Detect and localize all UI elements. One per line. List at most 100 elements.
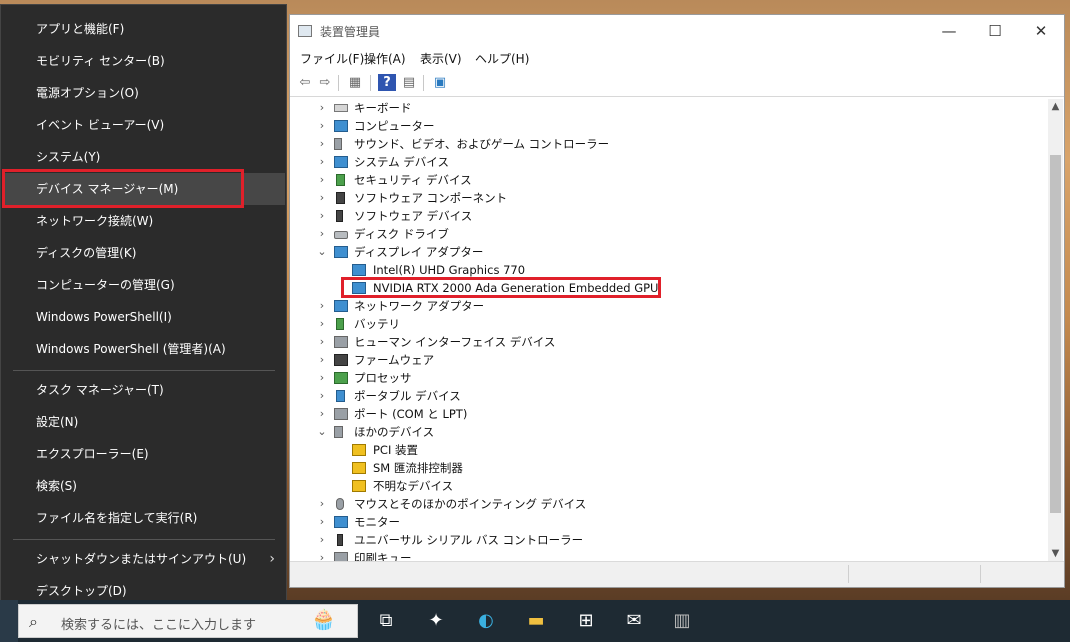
tree-node-label: マウスとそのほかのポインティング デバイス xyxy=(354,497,587,511)
tree-node-label: NVIDIA RTX 2000 Ada Generation Embedded … xyxy=(373,281,659,295)
menu-action[interactable]: 操作(A) xyxy=(364,50,406,67)
scan-hardware-icon[interactable]: ▣ xyxy=(431,74,449,91)
vertical-scrollbar[interactable]: ▲ ▼ xyxy=(1048,99,1063,561)
tree-node-label: プロセッサ xyxy=(354,371,412,385)
tree-node-label: モニター xyxy=(354,515,400,529)
chevron-down-icon[interactable]: ⌄ xyxy=(316,243,328,261)
tree-node-label: ポータブル デバイス xyxy=(354,389,461,403)
tree-node-label: ヒューマン インターフェイス デバイス xyxy=(354,335,556,349)
chevron-right-icon[interactable]: › xyxy=(316,99,328,117)
chevron-right-icon[interactable]: › xyxy=(316,549,328,561)
menu-item-network-connections[interactable]: ネットワーク接続(W) xyxy=(2,205,285,237)
close-button[interactable]: ✕ xyxy=(1018,15,1064,47)
chevron-right-icon[interactable]: › xyxy=(316,171,328,189)
scroll-up-icon[interactable]: ▲ xyxy=(1048,101,1063,112)
menu-item-computer-management[interactable]: コンピューターの管理(G) xyxy=(2,269,285,301)
console-tree-icon[interactable]: ▤ xyxy=(400,74,418,91)
computer-icon xyxy=(334,120,348,132)
monitor-icon xyxy=(334,516,348,528)
menu-item-power-options[interactable]: 電源オプション(O) xyxy=(2,77,285,109)
chevron-right-icon[interactable]: › xyxy=(316,531,328,549)
tree-node-label: Intel(R) UHD Graphics 770 xyxy=(373,263,526,277)
search-highlight-icon: 🧁 xyxy=(311,607,336,631)
disk-drive-icon xyxy=(334,231,348,239)
properties-icon[interactable]: ▦ xyxy=(346,74,364,91)
menu-item-disk-management[interactable]: ディスクの管理(K) xyxy=(2,237,285,269)
menu-item-label: コンピューターの管理(G) xyxy=(36,278,175,292)
toolbar-separator xyxy=(338,75,339,91)
chevron-right-icon[interactable]: › xyxy=(316,225,328,243)
chevron-right-icon[interactable]: › xyxy=(316,315,328,333)
back-arrow-icon[interactable]: ⇦ xyxy=(296,74,314,91)
store-icon[interactable]: ⊞ xyxy=(570,606,602,636)
title-bar[interactable]: 装置管理員 — ☐ ✕ xyxy=(290,15,1064,47)
tree-node-label: ディスク ドライブ xyxy=(354,227,449,241)
chevron-right-icon[interactable]: › xyxy=(316,135,328,153)
chevron-right-icon[interactable]: › xyxy=(316,117,328,135)
chevron-right-icon[interactable]: › xyxy=(316,207,328,225)
chevron-right-icon[interactable]: › xyxy=(316,189,328,207)
tree-node-label: ディスプレイ アダプター xyxy=(354,245,484,259)
menu-item-explorer[interactable]: エクスプローラー(E) xyxy=(2,438,285,470)
tree-node-label: 印刷キュー xyxy=(354,551,412,561)
menu-item-label: アプリと機能(F) xyxy=(36,22,125,36)
winx-context-menu: アプリと機能(F) モビリティ センター(B) 電源オプション(O) イベント … xyxy=(0,4,287,616)
menu-item-label: システム(Y) xyxy=(36,150,101,164)
chevron-right-icon[interactable]: › xyxy=(316,351,328,369)
menu-item-event-viewer[interactable]: イベント ビューアー(V) xyxy=(2,109,285,141)
menu-item-apps-features[interactable]: アプリと機能(F) xyxy=(2,13,285,45)
menu-help[interactable]: ヘルプ(H) xyxy=(475,50,529,67)
device-tree: › キーボード › コンピューター › サウンド、ビデオ、およびゲーム コントロ… xyxy=(290,99,1052,561)
security-chip-icon xyxy=(336,174,345,186)
maximize-button[interactable]: ☐ xyxy=(972,15,1018,47)
chevron-right-icon[interactable]: › xyxy=(316,387,328,405)
menu-item-mobility-center[interactable]: モビリティ センター(B) xyxy=(2,45,285,77)
help-icon[interactable]: ? xyxy=(378,74,396,91)
chevron-right-icon[interactable]: › xyxy=(316,369,328,387)
menu-item-powershell[interactable]: Windows PowerShell(I) xyxy=(2,301,285,333)
minimize-button[interactable]: — xyxy=(926,15,972,47)
chevron-right-icon[interactable]: › xyxy=(316,495,328,513)
taskbar-search-box[interactable]: ⌕ 検索するには、ここに入力します 🧁 xyxy=(18,604,358,638)
menu-item-search[interactable]: 検索(S) xyxy=(2,470,285,502)
task-view-icon[interactable]: ⧉ xyxy=(370,606,402,636)
menu-item-label: モビリティ センター(B) xyxy=(36,54,165,68)
forward-arrow-icon[interactable]: ⇨ xyxy=(316,74,334,91)
menu-item-system[interactable]: システム(Y) xyxy=(2,141,285,173)
menu-item-label: デスクトップ(D) xyxy=(36,584,127,598)
chevron-right-icon[interactable]: › xyxy=(316,297,328,315)
menu-item-task-manager[interactable]: タスク マネージャー(T) xyxy=(2,374,285,406)
chevron-right-icon[interactable]: › xyxy=(316,513,328,531)
menu-file[interactable]: ファイル(F) xyxy=(300,50,364,67)
menu-item-label: タスク マネージャー(T) xyxy=(36,383,164,397)
network-adapter-icon xyxy=(334,300,348,312)
chevron-right-icon[interactable]: › xyxy=(316,333,328,351)
file-explorer-icon[interactable]: ▬ xyxy=(520,606,552,636)
menu-item-label: 設定(N) xyxy=(36,415,79,429)
menu-item-run[interactable]: ファイル名を指定して実行(R) xyxy=(2,502,285,534)
menu-item-powershell-admin[interactable]: Windows PowerShell (管理者)(A) xyxy=(2,333,285,365)
processor-icon xyxy=(334,372,348,384)
chevron-right-icon[interactable]: › xyxy=(316,405,328,423)
device-manager-icon[interactable]: ▥ xyxy=(666,606,698,636)
tree-node-label: システム デバイス xyxy=(354,155,449,169)
window-title: 装置管理員 xyxy=(320,25,381,39)
menu-view[interactable]: 表示(V) xyxy=(420,50,462,67)
edge-icon[interactable]: ◐ xyxy=(470,606,502,636)
menu-item-settings[interactable]: 設定(N) xyxy=(2,406,285,438)
copilot-icon[interactable]: ✦ xyxy=(420,606,452,636)
start-button[interactable] xyxy=(0,600,18,642)
chevron-down-icon[interactable]: ⌄ xyxy=(316,423,328,441)
scrollbar-thumb[interactable] xyxy=(1050,155,1061,513)
toolbar-separator xyxy=(370,75,371,91)
menu-item-device-manager[interactable]: デバイス マネージャー(M) xyxy=(2,173,285,205)
scroll-down-icon[interactable]: ▼ xyxy=(1048,548,1063,559)
system-folder-icon xyxy=(334,156,348,168)
keyboard-icon xyxy=(334,104,348,112)
mail-icon[interactable]: ✉ xyxy=(618,606,650,636)
portable-device-icon xyxy=(336,390,345,402)
chevron-right-icon[interactable]: › xyxy=(316,153,328,171)
menu-item-shutdown-signout[interactable]: シャットダウンまたはサインアウト(U) › xyxy=(2,543,285,575)
warning-device-icon xyxy=(352,462,366,474)
tree-node-label: ユニバーサル シリアル バス コントローラー xyxy=(354,533,584,547)
